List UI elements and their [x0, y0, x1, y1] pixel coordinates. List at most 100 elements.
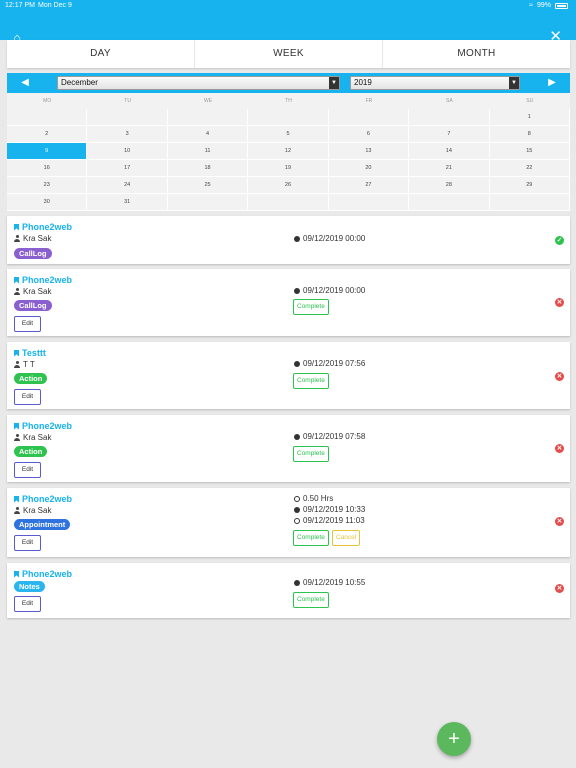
wifi-icon: ≈	[529, 2, 533, 9]
activity-duration-text: 0.50 Hrs	[303, 494, 334, 503]
calendar-day[interactable]: 13	[328, 143, 410, 160]
calendar-day[interactable]: 10	[87, 143, 168, 160]
bookmark-icon	[14, 349, 19, 357]
home-icon[interactable]: ⌂	[8, 31, 26, 45]
activity-datetime-text: 09/12/2019 07:58	[303, 432, 366, 441]
activity-type-badge: CallLog	[14, 300, 52, 311]
edit-button[interactable]: Edit	[14, 462, 41, 478]
activity-card[interactable]: Testtt T T Action Edit 09/12/2019 07:56 …	[7, 342, 570, 409]
user-icon	[14, 507, 20, 514]
bookmark-icon	[14, 223, 19, 231]
calendar-day[interactable]: 7	[409, 126, 490, 143]
calendar-day[interactable]: 29	[489, 177, 570, 194]
battery-icon	[555, 2, 568, 9]
calendar-day[interactable]: 9	[7, 143, 88, 160]
activity-type-badge: Action	[14, 446, 48, 457]
activity-card[interactable]: Phone2web Kra Sak CallLog 09/12/2019 00:…	[7, 216, 570, 264]
complete-button[interactable]: Complete	[293, 373, 329, 389]
calendar-day[interactable]: 31	[87, 194, 168, 211]
delete-icon[interactable]: ✕	[555, 584, 564, 593]
bookmark-icon	[14, 422, 19, 430]
tab-day[interactable]: DAY	[7, 40, 195, 68]
complete-button[interactable]: Complete	[293, 592, 329, 608]
calendar-day[interactable]: 16	[7, 160, 88, 177]
clock-icon	[294, 360, 300, 367]
next-month-icon[interactable]: ▶	[542, 73, 562, 93]
calendar-empty-cell	[167, 194, 249, 211]
activity-card[interactable]: Phone2web Kra Sak Action Edit 09/12/2019…	[7, 415, 570, 482]
view-tabs: DAY WEEK MONTH	[7, 40, 570, 68]
clock-icon	[294, 235, 300, 242]
calendar-day[interactable]: 1	[489, 109, 570, 126]
activity-title-text: Phone2web	[22, 494, 73, 504]
complete-button[interactable]: Complete	[293, 530, 329, 546]
activity-person: Kra Sak	[14, 234, 51, 243]
calendar-empty-cell	[489, 194, 570, 211]
complete-button[interactable]: Complete	[293, 446, 329, 462]
activity-type-badge: Action	[14, 373, 48, 384]
activity-datetime: 09/12/2019 07:58	[294, 432, 365, 441]
edit-button[interactable]: Edit	[14, 389, 41, 405]
edit-button[interactable]: Edit	[14, 596, 41, 612]
calendar-day[interactable]: 24	[87, 177, 168, 194]
activity-title: Testtt	[14, 348, 46, 358]
calendar-day[interactable]: 25	[167, 177, 249, 194]
activity-person-text: Kra Sak	[23, 287, 52, 296]
weekday-label: SA	[446, 98, 453, 104]
tab-week[interactable]: WEEK	[195, 40, 383, 68]
calendar-day[interactable]: 2	[7, 126, 88, 143]
activity-card[interactable]: Phone2web Notes Edit 09/12/2019 10:55 Co…	[7, 563, 570, 618]
delete-icon[interactable]: ✕	[555, 444, 564, 453]
calendar-day[interactable]: 23	[7, 177, 88, 194]
activity-person-text: T T	[23, 360, 35, 369]
activity-person-text: Kra Sak	[23, 234, 52, 243]
calendar-day[interactable]: 14	[409, 143, 490, 160]
activity-title: Phone2web	[14, 222, 72, 232]
calendar-day[interactable]: 19	[248, 160, 329, 177]
check-icon[interactable]: ✓	[555, 236, 564, 245]
year-select[interactable]: 2019 ▼	[350, 76, 520, 90]
complete-button[interactable]: Complete	[293, 299, 329, 315]
calendar-day[interactable]: 6	[328, 126, 410, 143]
edit-button[interactable]: Edit	[14, 316, 41, 332]
weekday-label: MO	[43, 98, 52, 104]
cancel-button[interactable]: Cancel	[332, 530, 361, 546]
activity-card[interactable]: Phone2web Kra Sak CallLog Edit 09/12/201…	[7, 269, 570, 336]
calendar-day[interactable]: 17	[87, 160, 168, 177]
month-select[interactable]: December ▼	[57, 76, 340, 90]
calendar-day[interactable]: 30	[7, 194, 88, 211]
year-select-value: 2019	[354, 78, 372, 87]
add-activity-button[interactable]: +	[437, 722, 471, 756]
close-icon[interactable]: ✕	[549, 29, 562, 44]
activity-datetime: 09/12/2019 10:55	[294, 578, 365, 587]
calendar-day[interactable]: 27	[328, 177, 410, 194]
calendar-day[interactable]: 26	[248, 177, 329, 194]
calendar-day[interactable]: 12	[248, 143, 329, 160]
activity-end-datetime-text: 09/12/2019 11:03	[303, 516, 365, 525]
delete-icon[interactable]: ✕	[555, 517, 564, 526]
calendar-day[interactable]: 4	[167, 126, 249, 143]
status-time: 12:17 PM	[5, 2, 35, 9]
delete-icon[interactable]: ✕	[555, 298, 564, 307]
clock-outline-icon	[294, 517, 300, 524]
calendar-day[interactable]: 15	[489, 143, 570, 160]
activity-type-badge: Notes	[14, 581, 45, 592]
calendar-day[interactable]: 8	[489, 126, 570, 143]
clock-icon	[294, 579, 300, 586]
clock-icon	[294, 287, 300, 294]
delete-icon[interactable]: ✕	[555, 372, 564, 381]
calendar-day[interactable]: 3	[87, 126, 168, 143]
prev-month-icon[interactable]: ◀	[15, 73, 35, 93]
calendar-day[interactable]: 11	[167, 143, 249, 160]
calendar-day[interactable]: 28	[409, 177, 490, 194]
calendar-day[interactable]: 5	[248, 126, 329, 143]
edit-button[interactable]: Edit	[14, 535, 41, 551]
calendar-empty-cell	[328, 194, 410, 211]
calendar-day[interactable]: 22	[489, 160, 570, 177]
calendar-grid: MO TU WE TH FR SA SU 1 2 3 4 5 6 7 8 9 10 11 12 13 14 15 16 17 1…	[7, 93, 570, 211]
calendar-day[interactable]: 21	[409, 160, 490, 177]
tab-month[interactable]: MONTH	[383, 40, 570, 68]
calendar-day[interactable]: 20	[328, 160, 410, 177]
activity-card[interactable]: Phone2web Kra Sak Appointment Edit 0.50 …	[7, 488, 570, 557]
calendar-day[interactable]: 18	[167, 160, 249, 177]
